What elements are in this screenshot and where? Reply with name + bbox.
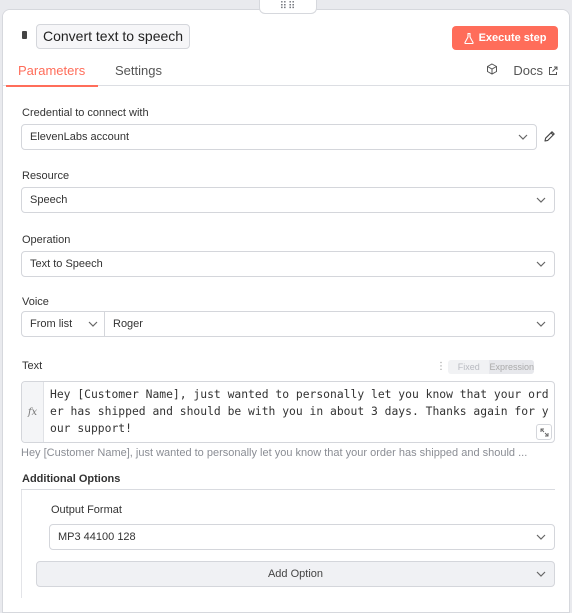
text-label: Text xyxy=(22,360,43,372)
node-panel: Convert text to speech Execute step Para… xyxy=(2,9,570,613)
tab-bar: Parameters Settings Docs xyxy=(3,58,569,87)
more-options-icon[interactable]: ⋮ xyxy=(436,361,446,372)
flask-icon xyxy=(463,32,474,44)
toggle-fixed[interactable]: Fixed xyxy=(448,360,489,374)
text-input[interactable]: fx Hey [Customer Name], just wanted to p… xyxy=(21,381,555,443)
voice-value: Roger xyxy=(113,318,143,330)
chevron-down-icon xyxy=(536,534,546,540)
additional-options-label: Additional Options xyxy=(22,473,121,485)
execute-step-label: Execute step xyxy=(478,32,547,44)
chevron-down-icon xyxy=(536,197,546,203)
add-option-label: Add Option xyxy=(267,568,324,580)
chevron-down-icon xyxy=(536,571,546,577)
chevron-down-icon xyxy=(88,321,98,327)
docs-label: Docs xyxy=(513,63,543,78)
operation-select[interactable]: Text to Speech xyxy=(21,251,555,277)
credential-label: Credential to connect with xyxy=(22,107,149,119)
execute-step-button[interactable]: Execute step xyxy=(452,26,558,50)
expand-icon[interactable] xyxy=(536,424,552,440)
cube-icon[interactable] xyxy=(486,63,498,75)
toggle-expression[interactable]: Expression xyxy=(489,360,534,374)
tab-parameters[interactable]: Parameters xyxy=(18,63,85,78)
resource-select[interactable]: Speech xyxy=(21,187,555,213)
fixed-expression-toggle[interactable]: Fixed Expression xyxy=(448,360,534,374)
docs-link[interactable]: Docs xyxy=(513,63,558,78)
chevron-down-icon xyxy=(518,134,528,140)
resource-label: Resource xyxy=(22,170,70,182)
drag-handle-icon[interactable]: ⠿⠿ xyxy=(259,0,317,14)
pencil-icon[interactable] xyxy=(543,130,556,143)
add-option-button[interactable]: Add Option xyxy=(36,561,555,587)
fx-icon: fx xyxy=(22,382,44,442)
tab-settings[interactable]: Settings xyxy=(115,63,162,78)
voice-mode-select[interactable]: From list xyxy=(21,311,105,337)
chevron-down-icon xyxy=(536,261,546,267)
external-link-icon xyxy=(549,66,558,75)
text-preview: Hey [Customer Name], just wanted to pers… xyxy=(21,447,528,459)
operation-label: Operation xyxy=(22,234,71,246)
credential-value: ElevenLabs account xyxy=(30,131,130,143)
voice-mode-value: From list xyxy=(30,318,73,330)
output-format-label: Output Format xyxy=(51,504,122,516)
voice-select[interactable]: Roger xyxy=(104,311,555,337)
output-format-select[interactable]: MP3 44100 128 xyxy=(49,524,555,550)
credential-select[interactable]: ElevenLabs account xyxy=(21,124,537,150)
voice-label: Voice xyxy=(22,296,49,308)
node-title-input[interactable]: Convert text to speech xyxy=(36,24,191,49)
parameters-panel: Credential to connect with ElevenLabs ac… xyxy=(3,87,569,612)
text-input-value[interactable]: Hey [Customer Name], just wanted to pers… xyxy=(50,386,554,437)
output-format-value: MP3 44100 128 xyxy=(58,531,136,543)
operation-value: Text to Speech xyxy=(30,258,103,270)
panel-header: Convert text to speech Execute step Para… xyxy=(3,10,569,87)
node-icon xyxy=(22,31,27,39)
chevron-down-icon xyxy=(536,321,546,327)
resource-value: Speech xyxy=(30,194,68,206)
